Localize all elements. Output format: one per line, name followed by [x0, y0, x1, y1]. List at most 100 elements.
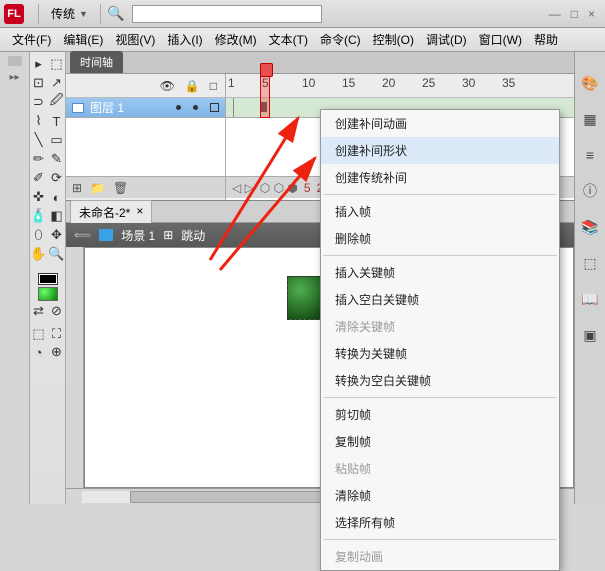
- context-menu-item[interactable]: 插入关键帧: [321, 259, 559, 286]
- context-menu-item[interactable]: 插入空白关键帧: [321, 286, 559, 313]
- menu-control[interactable]: 控制(O): [367, 31, 420, 48]
- tool-button[interactable]: 🖉: [49, 94, 65, 110]
- context-menu-item[interactable]: 创建传统补间: [321, 164, 559, 191]
- onion-skin-controls[interactable]: ⬡ ⬡ ⬢: [260, 181, 298, 195]
- layer-visible-dot[interactable]: [176, 105, 181, 110]
- context-menu-item[interactable]: 剪切帧: [321, 401, 559, 428]
- dock-tab-icon[interactable]: [8, 56, 22, 66]
- context-menu-item[interactable]: 删除帧: [321, 225, 559, 252]
- menu-command[interactable]: 命令(C): [314, 31, 367, 48]
- back-arrow-icon[interactable]: ⟸: [74, 228, 91, 242]
- context-menu-item: 清除关键帧: [321, 313, 559, 340]
- frame-ruler[interactable]: 1 5 10 15 20 25 30 35: [226, 74, 574, 98]
- tool-button[interactable]: ▸: [31, 56, 47, 72]
- scene-name[interactable]: 场景 1: [121, 227, 155, 244]
- document-tab[interactable]: 未命名-2* ×: [70, 200, 152, 224]
- context-menu-item[interactable]: 复制帧: [321, 428, 559, 455]
- menu-debug[interactable]: 调试(D): [420, 31, 473, 48]
- lock-header-icon[interactable]: 🔒: [185, 79, 200, 93]
- layer-outline-toggle[interactable]: [210, 103, 219, 112]
- tool-button[interactable]: ╲: [31, 132, 47, 148]
- menu-help[interactable]: 帮助: [528, 31, 564, 48]
- panel-icon[interactable]: ▣: [581, 326, 599, 344]
- current-frame: 5: [304, 181, 311, 195]
- menu-insert[interactable]: 插入(I): [161, 31, 208, 48]
- search-input[interactable]: [132, 5, 322, 23]
- workspace-selector[interactable]: 传统 ▼: [45, 3, 94, 24]
- panel-icon[interactable]: 📚: [581, 218, 599, 236]
- context-menu-item[interactable]: 转换为关键帧: [321, 340, 559, 367]
- menu-separator: [323, 255, 557, 256]
- no-color-icon[interactable]: ⊘: [49, 303, 65, 319]
- keyframe-icon[interactable]: [228, 103, 234, 109]
- tool-button[interactable]: ⌇: [31, 113, 47, 129]
- context-menu-item[interactable]: 转换为空白关键帧: [321, 367, 559, 394]
- playhead[interactable]: [260, 74, 270, 118]
- layer-row[interactable]: 图层 1: [66, 98, 225, 118]
- menu-file[interactable]: 文件(F): [6, 31, 57, 48]
- tool-option[interactable]: ⛶: [49, 326, 65, 342]
- delete-layer-button[interactable]: 🗑: [113, 181, 128, 195]
- panel-icon[interactable]: ⬚: [581, 254, 599, 272]
- visibility-header-icon[interactable]: 👁: [160, 79, 175, 93]
- panel-icon[interactable]: ▦: [581, 110, 599, 128]
- tool-button[interactable]: ▭: [49, 132, 65, 148]
- minimize-button[interactable]: —: [549, 7, 561, 21]
- tool-button[interactable]: 🧴: [31, 208, 47, 224]
- tool-button[interactable]: ✋: [31, 246, 47, 262]
- tool-option[interactable]: ◔: [31, 344, 47, 360]
- close-window-button[interactable]: ×: [588, 7, 595, 21]
- tool-button[interactable]: ✥: [49, 227, 65, 243]
- fill-color-swatch[interactable]: [38, 287, 58, 301]
- context-menu-item[interactable]: 创建补间动画: [321, 110, 559, 137]
- context-menu-item[interactable]: 插入帧: [321, 198, 559, 225]
- timeline-tab[interactable]: 时间轴: [70, 51, 123, 73]
- tool-button[interactable]: T: [49, 113, 65, 129]
- tool-button[interactable]: ◧: [49, 208, 65, 224]
- context-menu-item[interactable]: 清除帧: [321, 482, 559, 509]
- tool-button[interactable]: ⬯: [31, 227, 47, 243]
- new-layer-button[interactable]: ⊞: [72, 181, 82, 195]
- tool-button[interactable]: ⊃: [31, 94, 47, 110]
- tools-panel: ▸⬚⊡↗⊃🖉⌇T╲▭✏✎✐⟳✜◐🧴◧⬯✥✋🔍 ⇄⊘ ⬚⛶◔⊕: [30, 52, 66, 504]
- context-menu-item[interactable]: 创建补间形状: [321, 137, 559, 164]
- close-tab-icon[interactable]: ×: [136, 204, 143, 221]
- menu-text[interactable]: 文本(T): [263, 31, 314, 48]
- tool-button[interactable]: ⊡: [31, 75, 47, 91]
- tool-button[interactable]: ↗: [49, 75, 65, 91]
- menu-modify[interactable]: 修改(M): [209, 31, 263, 48]
- playback-controls[interactable]: ◁ ▷: [232, 181, 254, 195]
- tool-option[interactable]: ⊕: [49, 344, 65, 360]
- tool-button[interactable]: ⟳: [49, 170, 65, 186]
- panel-icon[interactable]: 🎨: [581, 74, 599, 92]
- expand-tools-icon[interactable]: ▸▸: [7, 70, 21, 85]
- layer-type-icon: [72, 103, 84, 113]
- stroke-color-swatch[interactable]: [38, 273, 58, 285]
- ruler-tick: 35: [502, 76, 515, 90]
- tool-option[interactable]: ⬚: [31, 326, 47, 342]
- swap-colors-icon[interactable]: ⇄: [31, 303, 47, 319]
- menu-edit[interactable]: 编辑(E): [57, 31, 109, 48]
- panel-icon[interactable]: ≡: [581, 146, 599, 164]
- selected-shape[interactable]: [287, 276, 323, 320]
- new-folder-button[interactable]: 📁: [90, 181, 105, 195]
- tool-button[interactable]: ◐: [49, 189, 65, 205]
- panel-icon[interactable]: ⓘ: [581, 182, 599, 200]
- context-menu-item: 粘贴帧: [321, 455, 559, 482]
- scrollbar-thumb[interactable]: [130, 491, 344, 503]
- tool-button[interactable]: ⬚: [49, 56, 65, 72]
- tool-button[interactable]: ✏: [31, 151, 47, 167]
- menu-view[interactable]: 视图(V): [109, 31, 161, 48]
- ruler-tick: 30: [462, 76, 475, 90]
- tool-button[interactable]: 🔍: [49, 246, 65, 262]
- outline-header-icon[interactable]: □: [210, 79, 217, 93]
- tool-button[interactable]: ✎: [49, 151, 65, 167]
- tool-button[interactable]: ✜: [31, 189, 47, 205]
- symbol-name[interactable]: 跳动: [181, 227, 205, 244]
- panel-icon[interactable]: 📖: [581, 290, 599, 308]
- layer-lock-dot[interactable]: [193, 105, 198, 110]
- menu-window[interactable]: 窗口(W): [473, 31, 528, 48]
- maximize-button[interactable]: □: [571, 7, 578, 21]
- context-menu-item[interactable]: 选择所有帧: [321, 509, 559, 536]
- tool-button[interactable]: ✐: [31, 170, 47, 186]
